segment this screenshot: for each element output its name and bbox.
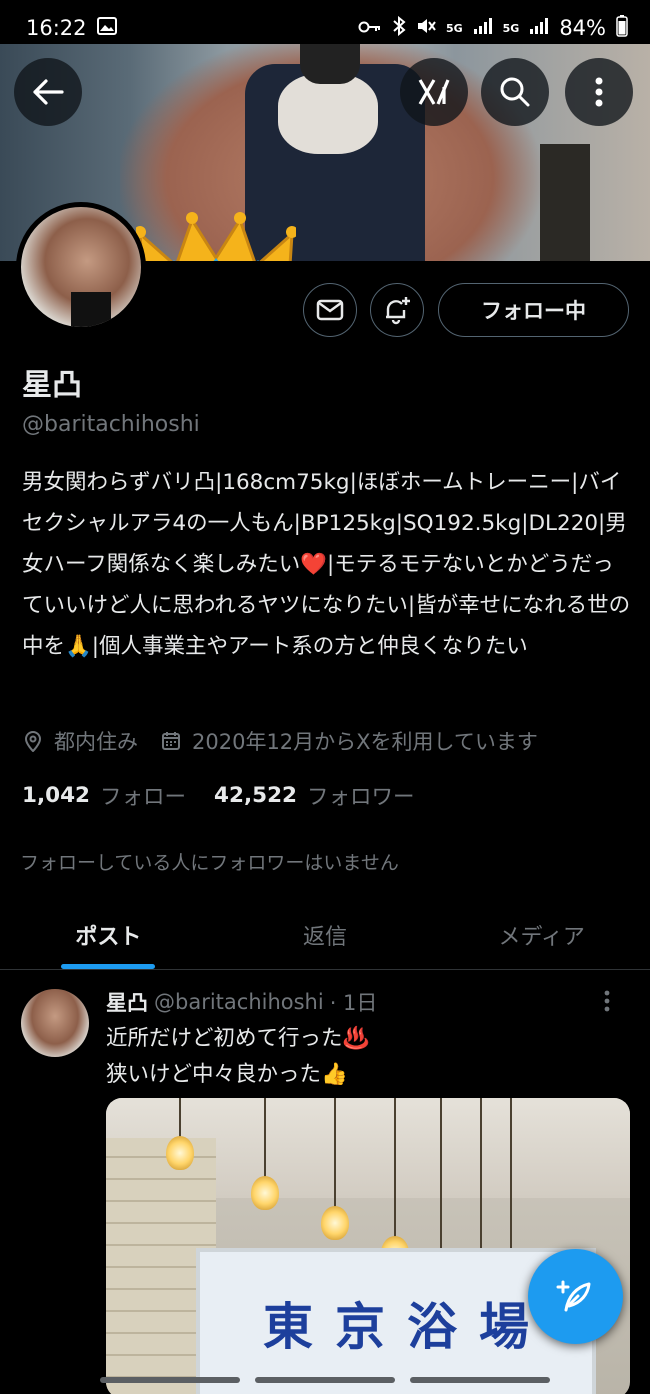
profile-screen: 16:22 5G 5G 84% フォロー中 星凸 @baritachihoshi… <box>0 0 650 1394</box>
network-type-1: 5G <box>445 21 463 35</box>
post-text: 近所だけど初めて行った♨️ 狭いけど中々良かった👍 <box>106 1021 369 1093</box>
status-time: 16:22 <box>26 16 87 40</box>
notify-button[interactable] <box>370 283 424 337</box>
following-label: フォロー <box>100 785 187 810</box>
back-arrow-icon <box>33 79 64 105</box>
tab-media-label: メディア <box>498 924 585 950</box>
nav-back[interactable] <box>410 1377 550 1383</box>
more-vertical-icon <box>604 990 610 1012</box>
crown-emoji-icon <box>136 212 296 261</box>
grok-icon <box>418 79 450 105</box>
mute-icon <box>416 17 436 40</box>
gallery-notification-icon <box>96 16 117 40</box>
nav-recent-apps[interactable] <box>100 1377 240 1383</box>
sign-char-1: 東 <box>263 1297 313 1356</box>
calendar-icon <box>160 730 182 752</box>
status-bar: 16:22 5G 5G 84% <box>0 0 650 56</box>
tab-media[interactable]: メディア <box>433 900 650 969</box>
compose-feather-icon <box>556 1280 590 1311</box>
nav-home[interactable] <box>255 1377 395 1383</box>
profile-meta: 都内住み 2020年12月からXを利用しています <box>22 726 538 756</box>
active-tab-indicator <box>61 964 156 969</box>
envelope-icon <box>316 299 344 321</box>
battery-icon <box>616 14 628 42</box>
location-text: 都内住み <box>54 730 138 754</box>
followers-label: フォロワー <box>307 785 415 810</box>
post-author-name[interactable]: 星凸 <box>106 987 148 1017</box>
message-button[interactable] <box>303 283 357 337</box>
post-header: 星凸 @baritachihoshi · 1日 <box>106 987 377 1017</box>
profile-bio: 男女関わらずバリ凸|168cm75kg|ほぼホームトレーニー|バイセクシャルアラ… <box>22 470 631 659</box>
more-options-button[interactable] <box>565 58 633 126</box>
post-text-line-1: 近所だけど初めて行った♨️ <box>106 1026 370 1051</box>
bell-plus-icon <box>386 297 410 325</box>
sign-char-3: 浴 <box>407 1297 457 1356</box>
search-button[interactable] <box>481 58 549 126</box>
signal-icon-2 <box>529 17 549 40</box>
vpn-key-icon <box>358 18 382 39</box>
tab-posts[interactable]: ポスト <box>0 900 217 969</box>
post-more-button[interactable] <box>604 989 610 1019</box>
tab-posts-label: ポスト <box>75 924 142 950</box>
towel <box>278 74 378 154</box>
bluetooth-icon <box>392 15 406 41</box>
mutual-followers-note: フォローしている人にフォロワーはいません <box>20 852 399 874</box>
profile-tabs: ポスト 返信 メディア <box>0 900 650 970</box>
battery-percent: 84% <box>559 16 606 40</box>
follow-counts: 1,042 フォロー 42,522 フォロワー <box>22 780 415 811</box>
followers-count: 42,522 <box>214 783 297 808</box>
user-handle: @baritachihoshi <box>22 412 200 437</box>
grok-button[interactable] <box>400 58 468 126</box>
sign-char-2: 京 <box>335 1297 385 1356</box>
signal-icon-1 <box>473 17 493 40</box>
followers-count-link[interactable]: 42,522 フォロワー <box>214 780 414 811</box>
display-name: 星凸 <box>22 368 82 403</box>
tab-replies-label: 返信 <box>303 924 348 950</box>
following-count-link[interactable]: 1,042 フォロー <box>22 780 186 811</box>
post-author-avatar[interactable] <box>21 989 89 1057</box>
following-count: 1,042 <box>22 783 91 808</box>
more-vertical-icon <box>595 77 603 107</box>
back-button[interactable] <box>14 58 82 126</box>
location-pin-icon <box>22 730 44 752</box>
search-icon <box>500 77 530 107</box>
post-timestamp[interactable]: · 1日 <box>330 987 378 1017</box>
post-text-line-2: 狭いけど中々良かった👍 <box>106 1062 348 1087</box>
network-type-2: 5G <box>502 21 520 35</box>
post-author-handle[interactable]: @baritachihoshi <box>154 990 324 1014</box>
tab-replies[interactable]: 返信 <box>217 900 434 969</box>
sign-char-4: 場 <box>479 1297 529 1356</box>
profile-avatar[interactable] <box>16 202 146 332</box>
joined-date-text: 2020年12月からXを利用しています <box>192 730 538 754</box>
following-button[interactable]: フォロー中 <box>438 283 629 337</box>
post-image[interactable]: 東 京 浴 場 <box>106 1098 630 1394</box>
compose-post-button[interactable] <box>528 1249 623 1344</box>
